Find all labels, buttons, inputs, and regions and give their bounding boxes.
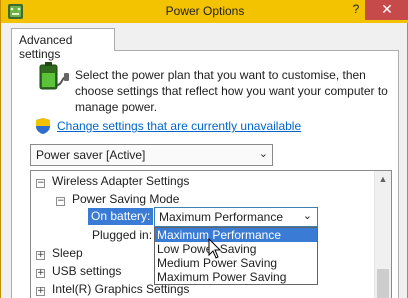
- tree-item-label: USB settings: [52, 264, 122, 278]
- tree-item-sleep[interactable]: + Sleep: [36, 245, 83, 263]
- expand-icon[interactable]: +: [36, 251, 45, 260]
- battery-plug-icon: [39, 62, 69, 90]
- on-battery-select[interactable]: Maximum Performance ⌄: [154, 207, 318, 227]
- on-battery-label: On battery:: [88, 208, 154, 225]
- tree-item-label: Wireless Adapter Settings: [52, 174, 190, 188]
- close-button[interactable]: ✕: [365, 0, 408, 20]
- title-bar[interactable]: Power Options ? ✕: [1, 0, 408, 23]
- tree-scrollbar[interactable]: ▲: [374, 171, 391, 298]
- dropdown-option[interactable]: Low Power Saving: [155, 242, 317, 256]
- tree-item-wireless-adapter[interactable]: − Wireless Adapter Settings: [36, 173, 189, 191]
- power-plan-select[interactable]: Power saver [Active] ⌄: [30, 144, 273, 166]
- mouse-cursor-icon: [208, 238, 222, 259]
- dropdown-option[interactable]: Medium Power Saving: [155, 256, 317, 270]
- collapse-icon[interactable]: −: [36, 179, 45, 188]
- help-button[interactable]: ?: [347, 0, 365, 20]
- scroll-up-arrow-icon[interactable]: ▲: [375, 171, 391, 188]
- power-plan-value: Power saver [Active]: [36, 148, 146, 162]
- expand-icon[interactable]: +: [36, 287, 45, 296]
- tree-item-label: Sleep: [52, 246, 83, 260]
- scroll-thumb[interactable]: [377, 269, 389, 298]
- plugged-in-label: Plugged in:: [92, 228, 153, 242]
- intro-text: Select the power plan that you want to c…: [75, 68, 388, 114]
- tree-item-usb-settings[interactable]: + USB settings: [36, 263, 121, 281]
- dropdown-option[interactable]: Maximum Performance: [155, 228, 317, 242]
- chevron-down-icon: ⌄: [258, 148, 268, 160]
- change-settings-link[interactable]: Change settings that are currently unava…: [57, 119, 301, 133]
- tree-item-label: Power Saving Mode: [72, 192, 180, 206]
- uac-shield-icon: [36, 118, 50, 134]
- power-mode-dropdown-list[interactable]: Maximum Performance Low Power Saving Med…: [154, 227, 318, 285]
- tab-advanced-settings[interactable]: Advanced settings: [11, 28, 115, 61]
- dropdown-option[interactable]: Maximum Power Saving: [155, 270, 317, 284]
- on-battery-value: Maximum Performance: [159, 210, 284, 224]
- chevron-down-icon: ⌄: [302, 210, 312, 222]
- collapse-icon[interactable]: −: [56, 197, 65, 206]
- expand-icon[interactable]: +: [36, 269, 45, 278]
